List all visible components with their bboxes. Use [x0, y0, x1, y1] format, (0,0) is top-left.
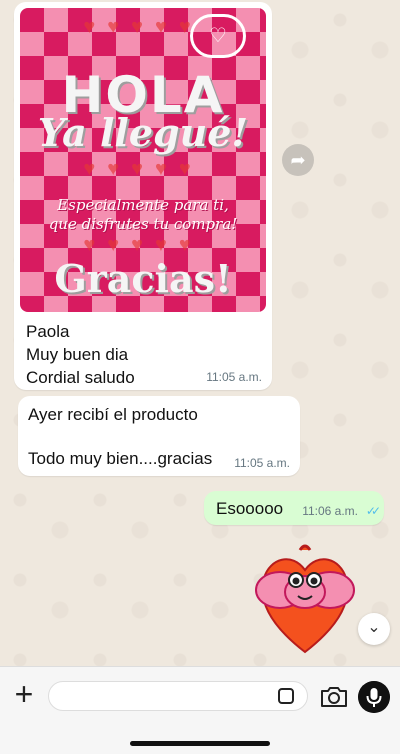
poster-especial-text: Especialmente para ti, que disfrutes tu … — [30, 196, 256, 234]
message-timestamp: 11:06 a.m. — [302, 504, 358, 518]
poster-especial-line-1: Especialmente para ti, — [57, 196, 229, 214]
home-indicator — [130, 741, 270, 746]
read-receipt-icon: ✓✓ — [365, 504, 381, 518]
message-timestamp: 11:05 a.m. — [234, 456, 290, 470]
thank-you-image[interactable]: ♥♥♥♥♥ ♥♥♥♥♥ ♥♥♥♥♥ ♡ HOLA Ya llegué! Espe… — [20, 8, 266, 312]
forward-icon[interactable]: ➦ — [282, 144, 314, 176]
plus-icon[interactable]: + — [10, 678, 38, 710]
message-timestamp: 11:05 a.m. — [206, 370, 262, 384]
microphone-icon[interactable] — [358, 681, 390, 713]
poster-llegue-text: Ya llegué! — [37, 110, 249, 155]
incoming-message-bubble[interactable]: Ayer recibí el producto Todo muy bien...… — [18, 396, 300, 476]
caption-line: Muy buen dia — [26, 345, 129, 364]
sticker-image[interactable] — [250, 540, 360, 660]
message-input[interactable] — [48, 681, 308, 711]
image-message-bubble[interactable]: ♥♥♥♥♥ ♥♥♥♥♥ ♥♥♥♥♥ ♡ HOLA Ya llegué! Espe… — [14, 2, 272, 390]
message-text-line: Ayer recibí el producto — [28, 405, 198, 424]
heart-pattern: ♥♥♥♥♥ — [83, 234, 203, 256]
message-composer: + — [0, 666, 400, 754]
speech-heart-icon: ♡ — [190, 14, 246, 58]
chevron-down-icon[interactable]: ⌄ — [358, 613, 390, 645]
message-text: Esooooo — [216, 499, 284, 518]
sticker-icon[interactable] — [278, 688, 294, 704]
camera-icon[interactable] — [320, 684, 348, 708]
poster-gracias-text: Gracias! — [54, 256, 232, 301]
caption-line: Paola — [26, 322, 70, 341]
heart-pattern: ♥♥♥♥♥ — [83, 158, 203, 180]
outgoing-message-bubble[interactable]: Esooooo 11:06 a.m. ✓✓ — [204, 491, 384, 525]
poster-especial-line-2: que disfrutes tu compra! — [48, 215, 238, 233]
